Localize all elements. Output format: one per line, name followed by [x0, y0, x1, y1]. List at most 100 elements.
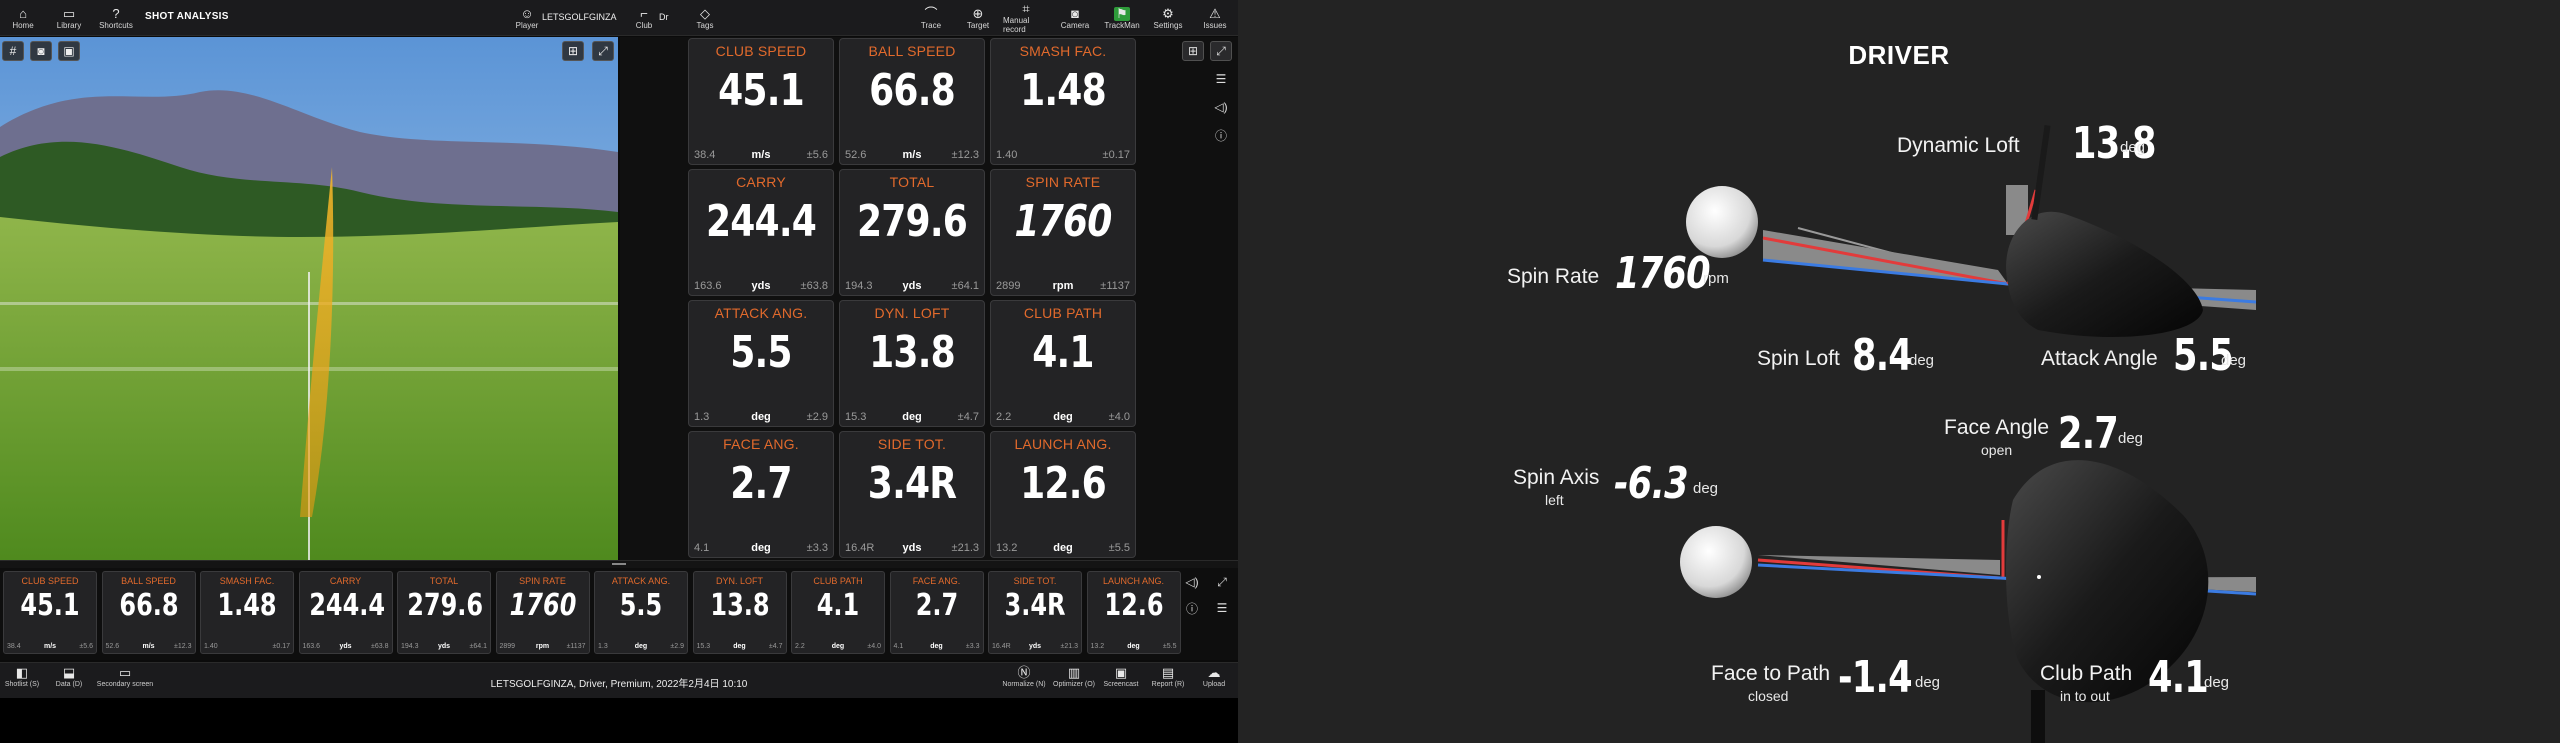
metric-tile[interactable]: LAUNCH ANG. 12.6 13.2 deg ±5.5: [990, 431, 1136, 558]
spin-axis-value: -6.3: [1614, 458, 1689, 509]
metric-value: 66.8: [118, 588, 179, 623]
layout-icon: ⊞: [567, 44, 579, 58]
metric-tile[interactable]: BALL SPEED 66.8 52.6 m/s ±12.3: [839, 38, 985, 165]
fullscreen-button[interactable]: ⤢: [592, 41, 614, 61]
metric-tile[interactable]: SMASH FAC. 1.48 1.40 ±0.17: [990, 38, 1136, 165]
mini-metric-tile[interactable]: TOTAL 279.6 194.3 yds ±64.1: [397, 571, 491, 654]
upload-button[interactable]: ☁ Upload: [1196, 665, 1232, 688]
player-name[interactable]: LETSGOLFGINZA: [542, 12, 617, 22]
spin-rate-value: 1760: [1615, 248, 1711, 299]
metric-value: 3.4R: [867, 458, 957, 509]
grid-icon: #: [9, 44, 17, 58]
strip-settings-button[interactable]: ☰: [1211, 598, 1233, 618]
mini-metric-tile[interactable]: DYN. LOFT 13.8 15.3 deg ±4.7: [692, 571, 787, 654]
metric-label: BALL SPEED: [121, 576, 176, 586]
sliders-icon: ☰: [1215, 72, 1227, 86]
panel-resize-handle[interactable]: [0, 560, 1238, 568]
metric-tile[interactable]: CLUB PATH 4.1 2.2 deg ±4.0: [990, 300, 1136, 427]
camera-button[interactable]: ◙ Camera: [1061, 2, 1089, 34]
report-icon: ▤: [1161, 665, 1175, 680]
issues-button[interactable]: ⚠ Issues: [1201, 2, 1229, 34]
club-value[interactable]: Dr: [659, 12, 669, 22]
data-tiles-panel: CLUB SPEED 45.1 38.4 m/s ±5.6 BALL SPEED 66.8 5…: [620, 37, 1238, 560]
metric-tile[interactable]: TOTAL 279.6 194.3 yds ±64.1: [839, 169, 985, 296]
metric-label: FACE ANG.: [723, 436, 799, 452]
metric-label: CLUB SPEED: [715, 43, 807, 59]
metric-deviation: ±1137: [1100, 280, 1130, 292]
tags-button[interactable]: ◇ Tags: [694, 2, 716, 34]
sound-button[interactable]: ◁): [1210, 97, 1232, 117]
manual-record-button[interactable]: ⌗ Manual record: [1003, 2, 1049, 35]
grid-toggle-button[interactable]: #: [2, 41, 24, 61]
top-toolbar: ⌂ Home ▭ Library ? Shortcuts SHOT ANALYS…: [0, 0, 1238, 36]
info-button[interactable]: ⓘ: [1181, 598, 1203, 618]
player-button[interactable]: ☺ Player: [512, 2, 542, 34]
metric-deviation: ±5.5: [1162, 643, 1177, 650]
metric-value: 1760: [509, 588, 576, 623]
bottom-toolbar: ◧ Shotlist (S) ⬓ Data (D) ▭ Secondary sc…: [0, 662, 1238, 698]
mini-metric-tile[interactable]: SMASH FAC. 1.48 1.40 ±0.17: [200, 571, 294, 654]
range-video-view[interactable]: # ◙ ▣ ⊞ ⤢: [0, 37, 618, 560]
metric-label: SMASH FAC.: [1019, 43, 1107, 59]
metric-deviation: ±5.6: [806, 149, 828, 161]
trace-button[interactable]: ⌒ Trace: [919, 2, 943, 34]
face-to-path-value: -1.4: [1838, 652, 1913, 703]
metric-label: TOTAL: [429, 576, 459, 586]
shortcuts-button[interactable]: ? Shortcuts: [98, 2, 134, 34]
sound-button[interactable]: ◁): [1181, 572, 1203, 592]
mini-metric-tile[interactable]: CARRY 244.4 163.6 yds ±63.8: [298, 571, 393, 654]
metric-value: 66.8: [869, 65, 956, 116]
screencast-button[interactable]: ▣ Screencast: [1100, 665, 1142, 688]
metric-deviation: ±12.3: [951, 149, 979, 161]
metric-tile[interactable]: SPIN RATE 1760 2899 rpm ±1137: [990, 169, 1136, 296]
image-button[interactable]: ▣: [58, 41, 80, 61]
normalize-button[interactable]: Ⓝ Normalize (N): [1002, 665, 1046, 688]
metric-tile[interactable]: CLUB SPEED 45.1 38.4 m/s ±5.6: [688, 38, 834, 165]
golf-ball-icon: [1680, 526, 1752, 598]
fullscreen-button[interactable]: ⤢: [1210, 41, 1232, 61]
face-to-path-sub: closed: [1748, 688, 1789, 704]
metric-tile[interactable]: CARRY 244.4 163.6 yds ±63.8: [688, 169, 834, 296]
tile-settings-button[interactable]: ☰: [1210, 69, 1232, 89]
mini-metric-tile[interactable]: LAUNCH ANG. 12.6 13.2 deg ±5.5: [1086, 571, 1181, 654]
metric-deviation: ±2.9: [670, 643, 684, 650]
fullscreen-icon: ⤢: [1216, 43, 1226, 58]
metric-tile[interactable]: SIDE TOT. 3.4R 16.4R yds ±21.3: [839, 431, 985, 558]
layout-button[interactable]: ⊞: [1182, 41, 1204, 61]
club-button[interactable]: ⌐ Club: [632, 2, 656, 34]
range-scene: [0, 37, 618, 560]
user-icon: ☺: [520, 5, 534, 21]
metric-label: CLUB SPEED: [21, 576, 79, 586]
metric-label: SMASH FAC.: [219, 576, 275, 586]
metric-value: 12.6: [1103, 588, 1164, 623]
library-button[interactable]: ▭ Library: [54, 2, 84, 34]
target-button[interactable]: ⊕ Target: [965, 2, 991, 34]
metric-value: 5.5: [619, 588, 663, 623]
metric-value: 13.8: [709, 588, 770, 623]
info-button[interactable]: ⓘ: [1210, 125, 1232, 145]
layout-button[interactable]: ⊞: [562, 41, 584, 61]
trackman-button[interactable]: ⚑ TrackMan: [1104, 2, 1139, 34]
attack-angle-label: Attack Angle: [2041, 347, 2158, 370]
mini-metric-tile[interactable]: SPIN RATE 1760 2899 rpm ±1137: [495, 571, 590, 654]
home-button[interactable]: ⌂ Home: [10, 2, 36, 34]
metric-value: 244.4: [705, 196, 817, 247]
metric-deviation: ±5.6: [79, 643, 93, 650]
fullscreen-button[interactable]: ⤢: [1211, 572, 1233, 592]
mini-metric-tile[interactable]: ATTACK ANG. 5.5 1.3 deg ±2.9: [594, 571, 688, 654]
mini-metric-tile[interactable]: FACE ANG. 2.7 4.1 deg ±3.3: [889, 571, 984, 654]
snapshot-button[interactable]: ◙: [30, 41, 52, 61]
metric-tile[interactable]: DYN. LOFT 13.8 15.3 deg ±4.7: [839, 300, 985, 427]
mini-metric-tile[interactable]: CLUB PATH 4.1 2.2 deg ±4.0: [791, 571, 885, 654]
report-button[interactable]: ▤ Report (R): [1148, 665, 1188, 688]
optimizer-button[interactable]: ▥ Optimizer (O): [1052, 665, 1096, 688]
spin-loft-unit: deg: [1909, 352, 1935, 369]
metric-tile[interactable]: FACE ANG. 2.7 4.1 deg ±3.3: [688, 431, 834, 558]
settings-button[interactable]: ⚙ Settings: [1153, 2, 1183, 34]
camera-icon: ◙: [37, 44, 45, 58]
mini-metric-tile[interactable]: BALL SPEED 66.8 52.6 m/s ±12.3: [101, 571, 196, 654]
mini-metric-tile[interactable]: CLUB SPEED 45.1 38.4 m/s ±5.6: [3, 571, 97, 654]
metric-label: SIDE TOT.: [1013, 576, 1057, 586]
mini-metric-tile[interactable]: SIDE TOT. 3.4R 16.4R yds ±21.3: [988, 571, 1082, 654]
metric-tile[interactable]: ATTACK ANG. 5.5 1.3 deg ±2.9: [688, 300, 834, 427]
